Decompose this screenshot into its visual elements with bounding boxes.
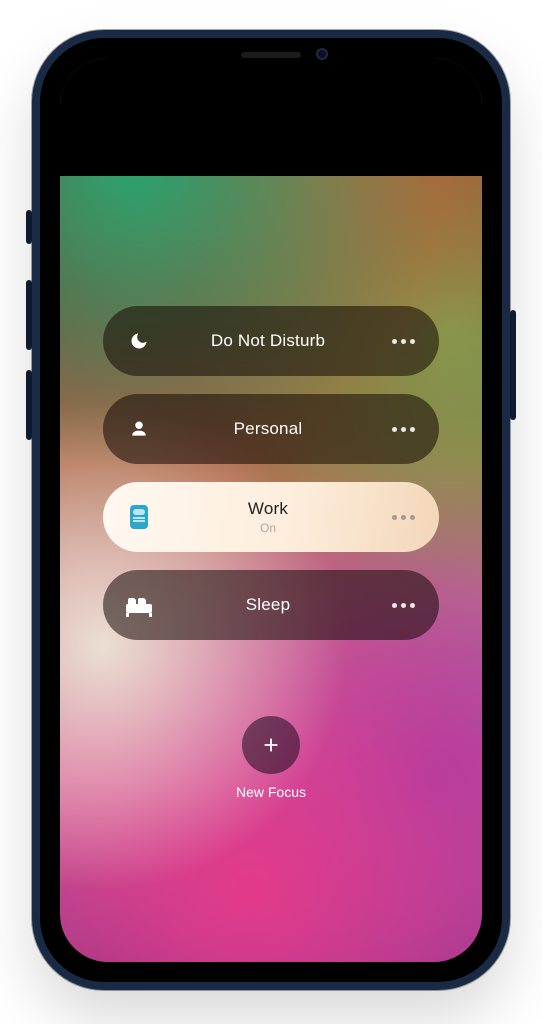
more-button[interactable]: [389, 515, 417, 520]
new-focus-button[interactable]: [242, 716, 300, 774]
new-focus: New Focus: [236, 716, 306, 800]
focus-mode-do-not-disturb[interactable]: Do Not Disturb: [103, 306, 439, 376]
person-icon: [125, 419, 153, 439]
focus-mode-sleep[interactable]: Sleep: [103, 570, 439, 640]
phone-frame: Do Not Disturb Personal: [32, 30, 510, 990]
focus-panel: Do Not Disturb Personal: [60, 176, 482, 962]
speaker-grille: [241, 52, 301, 58]
focus-mode-label: Personal: [153, 419, 383, 439]
badge-icon: [125, 505, 153, 529]
focus-mode-label: Sleep: [153, 595, 383, 615]
focus-mode-label: Work: [153, 499, 383, 519]
screen: Do Not Disturb Personal: [60, 58, 482, 962]
phone-bezel: Do Not Disturb Personal: [40, 38, 502, 982]
more-button[interactable]: [389, 339, 417, 344]
more-button[interactable]: [389, 603, 417, 608]
focus-mode-status: On: [153, 521, 383, 535]
power-button[interactable]: [510, 310, 516, 420]
moon-icon: [125, 331, 153, 351]
volume-down-button[interactable]: [26, 370, 32, 440]
front-camera: [316, 48, 328, 60]
focus-mode-work[interactable]: Work On: [103, 482, 439, 552]
bed-icon: [125, 597, 153, 613]
more-button[interactable]: [389, 427, 417, 432]
focus-mode-label: Do Not Disturb: [153, 331, 383, 351]
new-focus-label: New Focus: [236, 784, 306, 800]
status-bar-area: [60, 58, 482, 176]
volume-up-button[interactable]: [26, 280, 32, 350]
notch: [166, 38, 376, 72]
plus-icon: [260, 734, 282, 756]
mute-switch[interactable]: [26, 210, 32, 244]
focus-mode-personal[interactable]: Personal: [103, 394, 439, 464]
